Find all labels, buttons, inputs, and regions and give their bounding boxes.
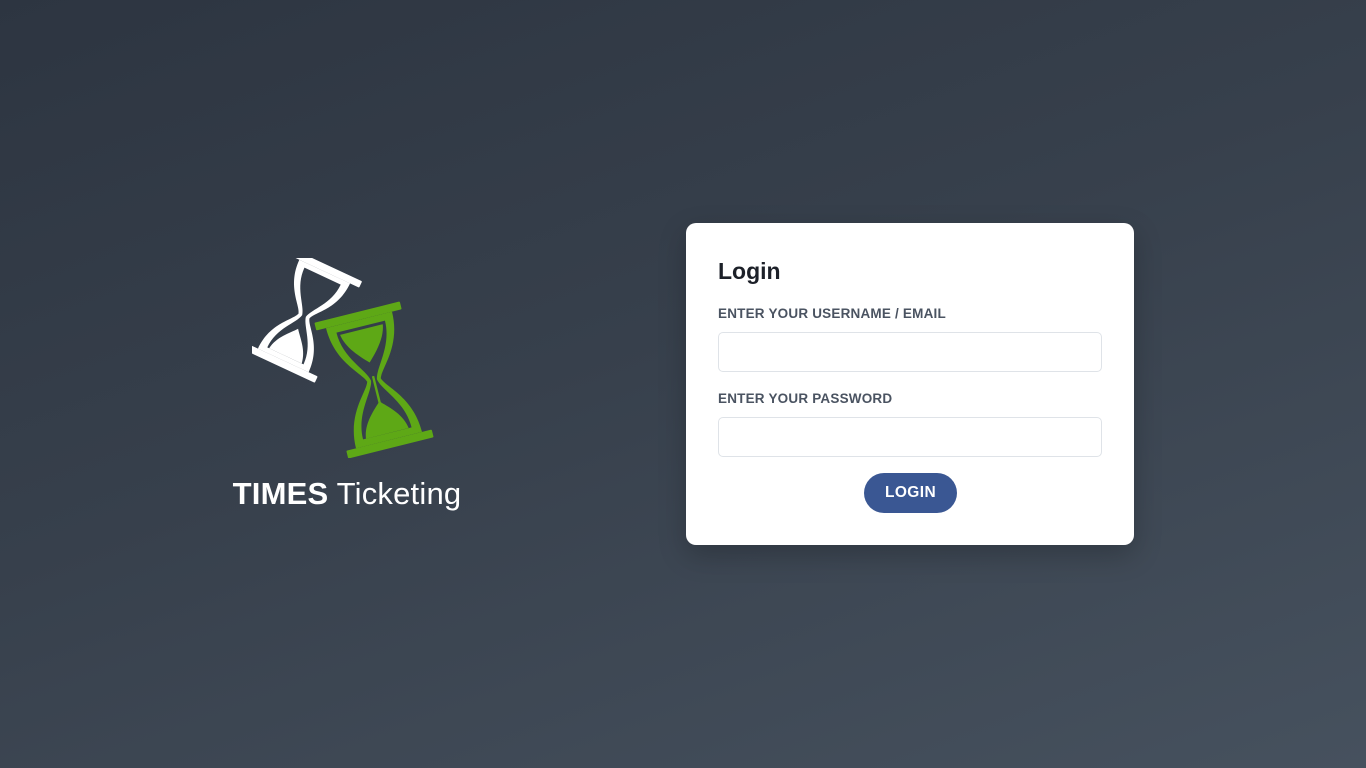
brand-name-strong: TIMES xyxy=(232,476,329,511)
brand-block: TIMES Ticketing xyxy=(222,250,472,520)
login-card: Login ENTER YOUR USERNAME / EMAIL ENTER … xyxy=(686,223,1134,545)
login-title: Login xyxy=(718,258,781,284)
hourglass-logo-icon xyxy=(252,258,434,458)
login-button[interactable]: LOGIN xyxy=(864,473,957,513)
username-label: ENTER YOUR USERNAME / EMAIL xyxy=(718,306,946,321)
password-label: ENTER YOUR PASSWORD xyxy=(718,391,893,406)
brand-name: TIMES Ticketing xyxy=(222,476,472,512)
brand-name-light: Ticketing xyxy=(328,476,462,511)
password-input[interactable] xyxy=(718,417,1102,457)
username-input[interactable] xyxy=(718,332,1102,372)
